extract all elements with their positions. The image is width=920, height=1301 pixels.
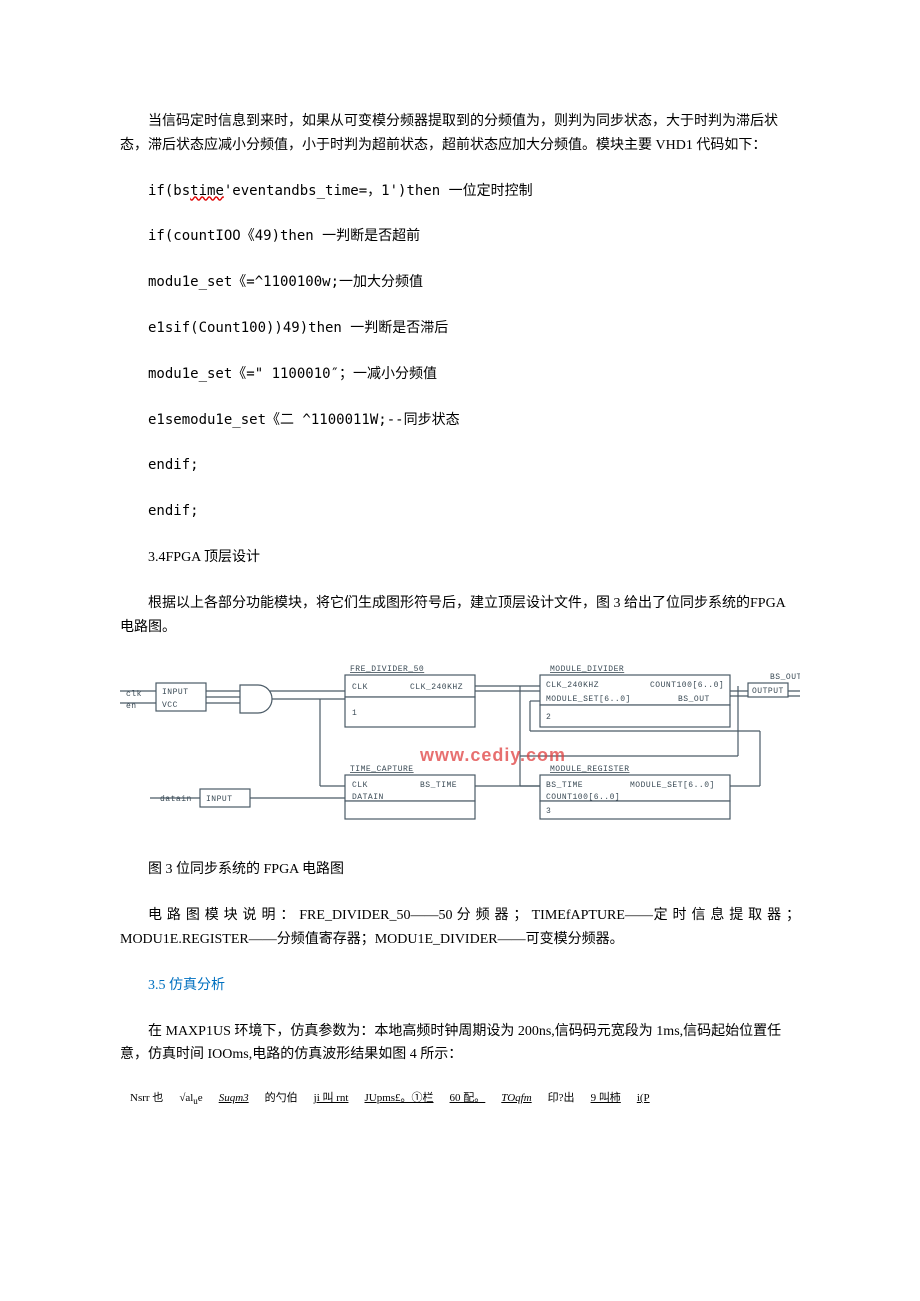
svg-text:2: 2 — [546, 713, 551, 722]
port-clk: clk — [126, 690, 142, 699]
svg-text:BS_OUT: BS_OUT — [678, 695, 710, 704]
svg-text:INPUT: INPUT — [206, 795, 233, 804]
footer-fragments: Nsrr 也 √alue Suqm3 的勺伯 ji 叫 rnt JUpms£。①… — [120, 1089, 800, 1109]
block-module-divider: MODULE_DIVIDER — [550, 665, 624, 674]
code-line-3: modu1e_set《=^1100100w;一加大分频值 — [120, 271, 800, 295]
code-line-6: e1semodu1e_set《二 ^1100011W;--同步状态 — [120, 409, 800, 433]
code-line-7: endif; — [120, 454, 800, 478]
svg-text:COUNT100[6..0]: COUNT100[6..0] — [650, 681, 724, 690]
footer-frag: ji 叫 rnt — [314, 1089, 349, 1108]
svg-text:3: 3 — [546, 807, 551, 816]
footer-frag: Nsrr 也 — [130, 1089, 163, 1108]
footer-frag: 9 叫柿 — [591, 1089, 621, 1108]
intro-paragraph: 当信码定时信息到来时，如果从可变模分频器提取到的分频值为，则判为同步状态，大于时… — [120, 110, 800, 158]
code-line-5: modu1e_set《=" 1100010″；一减小分频值 — [120, 363, 800, 387]
svg-text:CLK: CLK — [352, 683, 368, 692]
footer-frag: TOqfm — [501, 1089, 531, 1108]
svg-text:MODULE_SET[6..0]: MODULE_SET[6..0] — [546, 695, 631, 704]
svg-text:CLK_240KHZ: CLK_240KHZ — [546, 681, 599, 690]
port-bs-out: BS_OUT — [770, 673, 800, 682]
footer-frag: √alue — [179, 1089, 202, 1109]
footer-frag: 的勺伯 — [265, 1089, 298, 1108]
code-text: if(bs — [148, 183, 190, 199]
code-line-8: endif; — [120, 500, 800, 524]
figure-3-caption: 图 3 位同步系统的 FPGA 电路图 — [120, 858, 800, 882]
code-line-1: if(bstime'eventandbs_time=，1')then 一位定时控… — [120, 180, 800, 204]
footer-frag: JUpms£。①栏 — [364, 1089, 433, 1108]
module-description: 电 路 图 模 块 说 明 ： FRE_DIVIDER_50——50 分 频 器… — [120, 904, 800, 952]
block-module-register: MODULE_REGISTER — [550, 765, 630, 774]
block-time-capture: TIME_CAPTURE — [350, 765, 414, 774]
document-page: 当信码定时信息到来时，如果从可变模分频器提取到的分频值为，则判为同步状态，大于时… — [0, 0, 920, 1150]
heading-3-5: 3.5 仿真分析 — [120, 974, 800, 998]
block-fre-divider: FRE_DIVIDER_50 — [350, 665, 424, 674]
footer-frag: i(P — [637, 1089, 650, 1108]
code-text: 'eventandbs_time=，1')then 一位定时控制 — [224, 183, 533, 199]
footer-frag: 60 配。 — [450, 1089, 486, 1108]
svg-text:BS_TIME: BS_TIME — [546, 781, 583, 790]
svg-text:MODULE_SET[6..0]: MODULE_SET[6..0] — [630, 781, 715, 790]
paragraph-3-4: 根据以上各部分功能模块，将它们生成图形符号后，建立顶层设计文件，图 3 给出了位… — [120, 592, 800, 640]
svg-text:1: 1 — [352, 709, 357, 718]
svg-text:VCC: VCC — [162, 701, 178, 710]
code-line-2: if(countIOO《49)then 一判断是否超前 — [120, 225, 800, 249]
heading-3-4: 3.4FPGA 顶层设计 — [120, 546, 800, 570]
port-datain: datain — [160, 795, 192, 804]
svg-text:CLK: CLK — [352, 781, 368, 790]
heading-link: 3.5 仿真分析 — [148, 978, 225, 993]
svg-text:BS_TIME: BS_TIME — [420, 781, 457, 790]
code-line-4: e1sif(Count100))49)then 一判断是否滞后 — [120, 317, 800, 341]
watermark: www.cediy.com — [419, 745, 566, 765]
port-en: en — [126, 702, 137, 711]
paragraph-3-5: 在 MAXP1US 环境下，仿真参数为：本地高频时钟周期设为 200ns,信码码… — [120, 1020, 800, 1068]
footer-frag: Suqm3 — [219, 1089, 249, 1108]
fpga-circuit-diagram: clk en INPUT VCC FRE_DIVIDER_50 CLK CLK_… — [120, 661, 800, 836]
footer-frag: 印?出 — [548, 1089, 575, 1108]
code-underlined: time — [190, 183, 224, 199]
svg-text:INPUT: INPUT — [162, 688, 189, 697]
svg-text:CLK_240KHZ: CLK_240KHZ — [410, 683, 463, 692]
svg-text:OUTPUT: OUTPUT — [752, 687, 784, 696]
